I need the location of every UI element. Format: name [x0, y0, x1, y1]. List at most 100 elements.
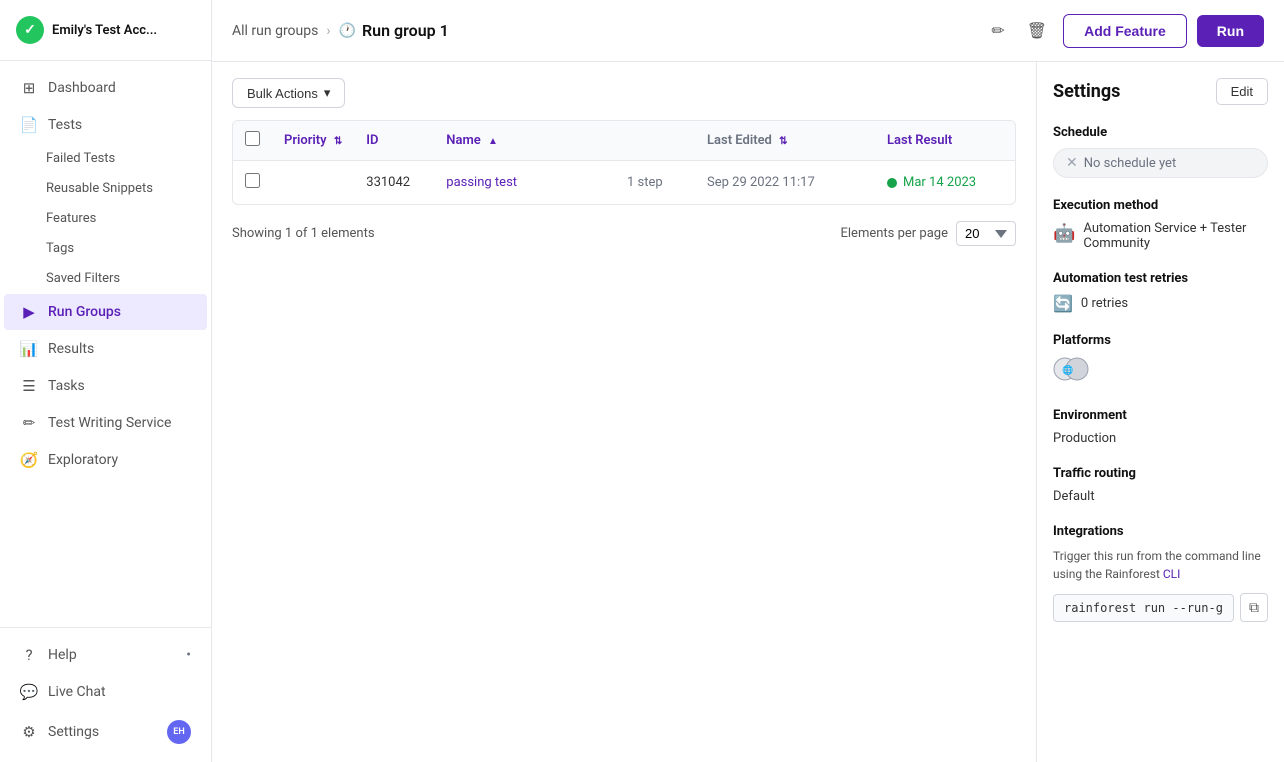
sidebar-item-label: Tasks	[48, 378, 85, 394]
traffic-routing-section: Traffic routing Default	[1053, 466, 1268, 504]
settings-panel-title: Settings	[1053, 81, 1120, 102]
sidebar-item-label: Results	[48, 341, 94, 357]
sidebar-item-tasks[interactable]: ☰ Tasks	[4, 368, 207, 404]
sidebar-item-help[interactable]: ? Help •	[4, 637, 207, 673]
pass-dot-icon	[887, 178, 897, 188]
settings-panel: Settings Edit Schedule ✕ No schedule yet…	[1036, 62, 1284, 762]
sidebar-logo: ✓ Emily's Test Acc...	[0, 0, 211, 61]
page-title: Run group 1	[362, 21, 449, 40]
sidebar-item-label: Help	[48, 647, 77, 663]
exploratory-icon: 🧭	[20, 451, 38, 469]
run-button[interactable]: Run	[1197, 15, 1264, 47]
execution-row: 🤖 Automation Service + Tester Community	[1053, 221, 1268, 251]
breadcrumb: All run groups › 🕐 Run group 1	[232, 21, 449, 40]
table-area: Bulk Actions ▾ Priority ⇅	[212, 62, 1036, 762]
automation-retries-label: Automation test retries	[1053, 271, 1268, 286]
cli-input[interactable]	[1053, 594, 1234, 622]
sidebar-item-tests[interactable]: 📄 Tests	[4, 107, 207, 143]
sidebar-item-label: Live Chat	[48, 684, 106, 700]
help-icon: ?	[20, 646, 38, 664]
sidebar: ✓ Emily's Test Acc... ⊞ Dashboard 📄 Test…	[0, 0, 212, 762]
retries-value: 0 retries	[1081, 296, 1128, 311]
content-area: Bulk Actions ▾ Priority ⇅	[212, 62, 1284, 762]
sidebar-item-test-writing-service[interactable]: ✏ Test Writing Service	[4, 405, 207, 441]
bulk-actions-button[interactable]: Bulk Actions ▾	[232, 78, 345, 108]
row-checkbox-cell	[233, 161, 272, 205]
add-feature-button[interactable]: Add Feature	[1063, 14, 1187, 48]
settings-panel-header: Settings Edit	[1053, 78, 1268, 105]
integrations-section: Integrations Trigger this run from the c…	[1053, 524, 1268, 622]
edited-sort-icon[interactable]: ⇅	[779, 136, 787, 147]
sidebar-item-label: Test Writing Service	[48, 415, 171, 431]
sidebar-item-run-groups[interactable]: ▶ Run Groups	[4, 294, 207, 330]
per-page-dropdown[interactable]: 20 10 50 100	[956, 221, 1016, 246]
platforms-label: Platforms	[1053, 333, 1268, 348]
environment-label: Environment	[1053, 408, 1268, 423]
table-footer: Showing 1 of 1 elements Elements per pag…	[232, 221, 1016, 246]
row-steps: 1 step	[615, 161, 695, 205]
integrations-description: Trigger this run from the command line u…	[1053, 547, 1268, 583]
row-last-result: Mar 14 2023	[875, 161, 1015, 205]
schedule-tag: ✕ No schedule yet	[1053, 148, 1268, 178]
name-header: Name ▲	[434, 121, 615, 161]
delete-button[interactable]: 🗑	[1021, 15, 1053, 47]
sidebar-item-results[interactable]: 📊 Results	[4, 331, 207, 367]
execution-value: Automation Service + Tester Community	[1083, 221, 1268, 251]
main-area: All run groups › 🕐 Run group 1 ✏ 🗑 Add F…	[212, 0, 1284, 762]
avatar: EH	[167, 720, 191, 744]
sidebar-item-label: Exploratory	[48, 452, 118, 468]
traffic-routing-value: Default	[1053, 489, 1268, 504]
settings-edit-button[interactable]: Edit	[1216, 78, 1268, 105]
sidebar-item-label: Run Groups	[48, 304, 121, 320]
platform-icon: 🌐	[1053, 356, 1268, 388]
sidebar-item-saved-filters[interactable]: Saved Filters	[4, 264, 207, 293]
name-sort-icon[interactable]: ▲	[488, 136, 498, 147]
cli-input-row: ⧉	[1053, 593, 1268, 622]
per-page-select: Elements per page 20 10 50 100	[841, 221, 1017, 246]
priority-header: Priority ⇅	[272, 121, 354, 161]
svg-text:🌐: 🌐	[1062, 364, 1073, 376]
dropdown-icon: ▾	[324, 85, 331, 101]
execution-method-label: Execution method	[1053, 198, 1268, 213]
per-page-label: Elements per page	[841, 226, 949, 241]
tests-table: Priority ⇅ ID Name ▲	[232, 120, 1016, 205]
select-all-checkbox[interactable]	[245, 131, 260, 146]
clock-icon: 🕐	[339, 23, 356, 39]
copy-button[interactable]: ⧉	[1240, 593, 1268, 622]
sidebar-item-settings[interactable]: ⚙ Settings EH	[4, 711, 207, 753]
breadcrumb-link[interactable]: All run groups	[232, 23, 318, 39]
logo-icon: ✓	[16, 16, 44, 44]
row-checkbox[interactable]	[245, 173, 260, 188]
settings-icon: ⚙	[20, 723, 38, 741]
sidebar-item-live-chat[interactable]: 💬 Live Chat	[4, 674, 207, 710]
row-id: 331042	[354, 161, 434, 205]
sidebar-item-label: Tests	[48, 117, 82, 133]
sidebar-item-reusable-snippets[interactable]: Reusable Snippets	[4, 174, 207, 203]
priority-sort-icon[interactable]: ⇅	[334, 136, 342, 147]
results-icon: 📊	[20, 340, 38, 358]
last-edited-header: Last Edited ⇅	[695, 121, 875, 161]
row-priority	[272, 161, 354, 205]
result-pass: Mar 14 2023	[887, 175, 1003, 190]
sidebar-item-tags[interactable]: Tags	[4, 234, 207, 263]
run-groups-icon: ▶	[20, 303, 38, 321]
live-chat-icon: 💬	[20, 683, 38, 701]
edit-button[interactable]: ✏	[985, 15, 1010, 47]
schedule-clear-icon[interactable]: ✕	[1066, 155, 1078, 171]
sidebar-item-dashboard[interactable]: ⊞ Dashboard	[4, 70, 207, 106]
logo-text: Emily's Test Acc...	[52, 23, 157, 38]
automation-retries-section: Automation test retries 🔄 0 retries	[1053, 271, 1268, 313]
sidebar-item-features[interactable]: Features	[4, 204, 207, 233]
sidebar-item-exploratory[interactable]: 🧭 Exploratory	[4, 442, 207, 478]
header: All run groups › 🕐 Run group 1 ✏ 🗑 Add F…	[212, 0, 1284, 62]
sidebar-bottom: ? Help • 💬 Live Chat ⚙ Settings EH	[0, 627, 211, 762]
showing-count: Showing 1 of 1 elements	[232, 226, 375, 241]
row-name[interactable]: passing test	[434, 161, 615, 205]
steps-header	[615, 121, 695, 161]
sidebar-item-label: Dashboard	[48, 80, 116, 96]
last-result-header: Last Result	[875, 121, 1015, 161]
sidebar-item-failed-tests[interactable]: Failed Tests	[4, 144, 207, 173]
schedule-section: Schedule ✕ No schedule yet	[1053, 125, 1268, 178]
id-header: ID	[354, 121, 434, 161]
cli-link[interactable]: CLI	[1163, 567, 1181, 581]
